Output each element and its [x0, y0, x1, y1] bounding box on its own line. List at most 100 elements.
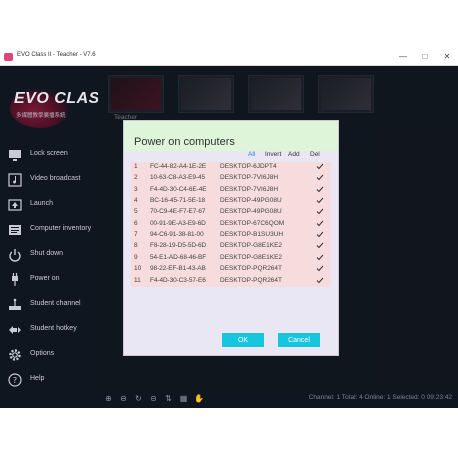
- table-row[interactable]: 9 54-E1-AD-68-46-BF DESKTOP-G8E1KE2: [131, 253, 331, 263]
- table-row[interactable]: 11 F4-4D-30-C3-57-E6 DESKTOP-PQR264T: [131, 276, 331, 286]
- hostname: DESKTOP-G8E1KE2: [220, 242, 283, 250]
- mac-address: BC-16-45-71-5E-18: [150, 197, 206, 205]
- ok-button[interactable]: OK: [222, 333, 264, 347]
- hostname: DESKTOP-PQR264T: [220, 276, 283, 284]
- cancel-button[interactable]: Cancel: [278, 333, 320, 347]
- sidebar-item-label: Launch: [30, 200, 53, 207]
- row-number: 3: [134, 185, 138, 193]
- mac-address: 98-22-EF-B1-43-AB: [150, 265, 206, 273]
- hostname: DESKTOP-PQR264T: [220, 265, 283, 273]
- check-icon[interactable]: [316, 219, 324, 228]
- sidebar-item-label: Power on: [30, 275, 60, 282]
- check-icon[interactable]: [316, 253, 324, 262]
- minus-circle-icon[interactable]: ⊝: [149, 394, 158, 403]
- music-video-icon: [8, 173, 22, 187]
- row-number: 9: [134, 253, 138, 261]
- table-row[interactable]: 1 FC-44-82-A4-1E-2E DESKTOP-6JDPT4: [131, 162, 331, 172]
- sidebar-item-student-hotkey[interactable]: Student hotkey: [6, 321, 96, 339]
- mac-address: 10-63-C8-A3-E9-45: [150, 174, 206, 182]
- mac-address: F4-4D-30-C4-6E-4E: [150, 185, 207, 193]
- check-icon[interactable]: [316, 264, 324, 273]
- add-link[interactable]: Add: [288, 151, 300, 161]
- zoom-in-icon[interactable]: ⊕: [104, 394, 113, 403]
- table-row[interactable]: 4 BC-16-45-71-5E-18 DESKTOP-49PG08U: [131, 196, 331, 206]
- maximize-button[interactable]: □: [418, 51, 432, 63]
- sidebar-item-label: Options: [30, 350, 55, 357]
- row-number: 4: [134, 197, 138, 205]
- status-text: Channel: 1 Total: 4 Online: 1 Selected: …: [308, 394, 452, 401]
- invert-link[interactable]: Invert: [265, 151, 281, 161]
- sidebar: EVO CLASS II 多媒體教學廣播系統 Lock screen Video…: [0, 66, 125, 408]
- hotkey-icon: [9, 326, 21, 334]
- check-icon[interactable]: [316, 276, 324, 285]
- close-button[interactable]: ✕: [440, 51, 454, 63]
- mac-address: 00-91-9E-A3-E9-6D: [150, 219, 206, 227]
- sidebar-item-computer-inventory[interactable]: Computer inventory: [6, 221, 96, 239]
- check-icon[interactable]: [316, 173, 324, 182]
- check-icon[interactable]: [316, 230, 324, 239]
- mac-address: 94-C6-91-38-81-00: [150, 231, 204, 239]
- check-icon[interactable]: [316, 207, 324, 216]
- sidebar-item-label: Computer inventory: [30, 225, 92, 232]
- mac-address: 54-E1-AD-68-46-BF: [150, 253, 207, 261]
- check-icon[interactable]: [316, 185, 324, 194]
- check-icon[interactable]: [316, 162, 324, 171]
- sidebar-item-student-channel[interactable]: Student channel: [6, 296, 96, 314]
- sidebar-item-label: Shut down: [30, 250, 64, 257]
- zoom-out-icon[interactable]: ⊖: [119, 394, 128, 403]
- table-row[interactable]: 6 00-91-9E-A3-E9-6D DESKTOP-67C6QOM: [131, 219, 331, 229]
- del-link[interactable]: Del: [310, 151, 320, 161]
- window-title: EVO Class II - Teacher - V7.6: [17, 52, 96, 58]
- table-row[interactable]: 8 F8-28-19-D5-5D-6D DESKTOP-G8E1KE2: [131, 241, 331, 251]
- table-row[interactable]: 10 98-22-EF-B1-43-AB DESKTOP-PQR264T: [131, 264, 331, 274]
- table-row[interactable]: 7 94-C6-91-38-81-00 DESKTOP-B1SU3UH: [131, 230, 331, 240]
- hostname: DESKTOP-67C6QOM: [220, 219, 285, 227]
- sidebar-item-options[interactable]: Options: [6, 346, 96, 364]
- dialog-title: Power on computers: [134, 136, 235, 148]
- status-bar: ⊕ ⊖ ↻ ⊝ ⇅ ▦ ✋ Channel: 1 Total: 4 Online: 1 Se…: [98, 390, 458, 408]
- monitor-icon: [9, 150, 21, 161]
- minimize-button[interactable]: —: [396, 51, 410, 63]
- sidebar-item-label: Student channel: [30, 300, 81, 307]
- hostname: DESKTOP-7VI6J8H: [220, 174, 279, 182]
- status-toolbar: ⊕ ⊖ ↻ ⊝ ⇅ ▦ ✋: [104, 394, 209, 403]
- power-plug-icon: [12, 273, 18, 286]
- mac-address: FC-44-82-A4-1E-2E: [150, 163, 207, 170]
- grid-icon[interactable]: ▦: [179, 394, 188, 403]
- row-number: 11: [134, 276, 141, 284]
- mac-address: F4-4D-30-C3-57-E6: [150, 276, 206, 284]
- sidebar-item-shut-down[interactable]: Shut down: [6, 246, 96, 264]
- check-icon[interactable]: [316, 241, 324, 250]
- sidebar-item-power-on[interactable]: Power on: [6, 271, 96, 289]
- inventory-icon: [9, 225, 21, 235]
- launch-icon: [8, 199, 22, 211]
- table-row[interactable]: 3 F4-4D-30-C4-6E-4E DESKTOP-7VI6J8H: [131, 185, 331, 195]
- row-number: 5: [134, 208, 138, 216]
- sidebar-item-label: Help: [30, 375, 45, 382]
- row-number: 7: [134, 231, 138, 239]
- sidebar-item-launch[interactable]: Launch: [6, 196, 96, 214]
- row-number: 6: [134, 219, 138, 227]
- select-all-link[interactable]: All: [248, 151, 255, 161]
- help-icon: ?: [8, 373, 22, 387]
- hand-icon[interactable]: ✋: [194, 394, 204, 403]
- app-icon: [4, 53, 13, 61]
- sidebar-item-video-broadcast[interactable]: Video broadcast: [6, 171, 96, 189]
- sort-icon[interactable]: ⇅: [164, 394, 173, 403]
- table-row[interactable]: 5 70-C9-4E-F7-E7-67 DESKTOP-49PG08U: [131, 207, 331, 217]
- sidebar-item-lock-screen[interactable]: Lock screen: [6, 146, 96, 164]
- hostname: DESKTOP-49PG08U: [220, 197, 282, 205]
- check-icon[interactable]: [316, 196, 324, 205]
- row-number: 8: [134, 242, 138, 250]
- shutdown-icon: [9, 249, 21, 262]
- refresh-icon[interactable]: ↻: [134, 394, 143, 403]
- hostname: DESKTOP-49PG08U: [220, 208, 282, 216]
- table-row[interactable]: 2 10-63-C8-A3-E9-45 DESKTOP-7VI6J8H: [131, 173, 331, 183]
- sidebar-item-help[interactable]: ? Help: [6, 371, 96, 389]
- power-on-dialog: Power on computers All Invert Add Del 1 F…: [123, 120, 339, 356]
- hostname: DESKTOP-7VI6J8H: [220, 185, 279, 193]
- gear-icon: [9, 349, 21, 361]
- row-number: 2: [134, 174, 138, 182]
- sidebar-item-label: Student hotkey: [30, 325, 77, 332]
- svg-text:?: ?: [13, 376, 17, 385]
